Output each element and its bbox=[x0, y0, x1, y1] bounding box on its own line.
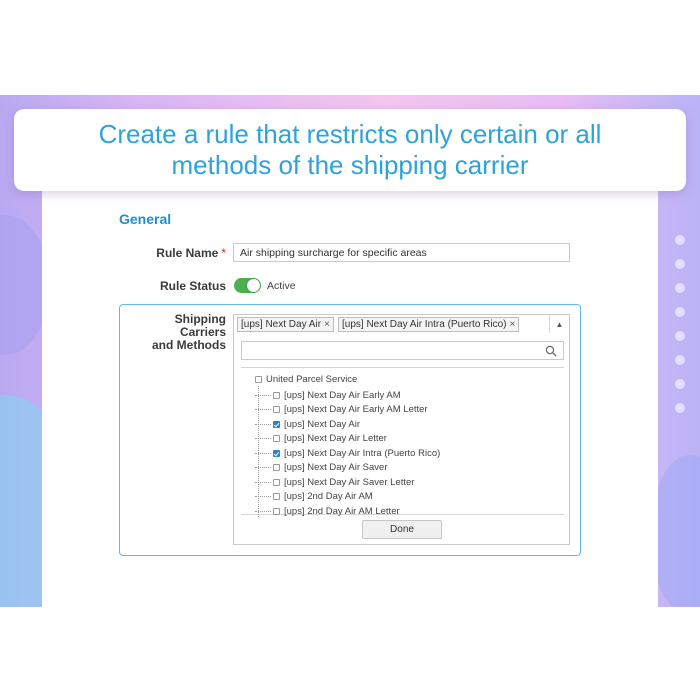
checkbox[interactable] bbox=[273, 493, 280, 500]
rule-status-label: Rule Status bbox=[159, 279, 226, 293]
rule-name-label-text: Rule Name bbox=[156, 246, 219, 260]
rule-name-label: Rule Name * bbox=[140, 246, 226, 260]
checkbox[interactable] bbox=[273, 391, 280, 399]
checkbox[interactable] bbox=[273, 507, 280, 515]
tree-item-label: [ups] Next Day Air Saver bbox=[284, 462, 388, 473]
checkbox[interactable] bbox=[255, 376, 262, 383]
carriers-label-line-1: Shipping Carriers bbox=[174, 312, 226, 339]
tree-item-label: [ups] 2nd Day Air AM bbox=[284, 491, 373, 502]
required-mark: * bbox=[221, 246, 226, 260]
carriers-label-line-2: and Methods bbox=[152, 338, 226, 352]
tree-item-label: [ups] 2nd Day Air AM Letter bbox=[284, 505, 400, 517]
checkbox-checked[interactable] bbox=[273, 420, 280, 428]
tree-item-label: [ups] Next Day Air Early AM bbox=[284, 389, 401, 401]
tree-root-label: United Parcel Service bbox=[266, 374, 358, 385]
banner-text: Create a rule that restricts only certai… bbox=[70, 119, 630, 181]
checkbox-checked[interactable] bbox=[273, 449, 280, 457]
carrier-tree: United Parcel Service [ups] Next Day Air… bbox=[241, 367, 564, 517]
carriers-dropdown: United Parcel Service [ups] Next Day Air… bbox=[233, 333, 570, 545]
tree-item-label: [ups] Next Day Air Early AM Letter bbox=[284, 404, 428, 415]
selected-chip: [ups] Next Day Air Intra (Puerto Rico) × bbox=[338, 317, 520, 332]
tree-item[interactable]: [ups] Next Day Air Saver bbox=[255, 462, 387, 474]
tree-item-label: [ups] Next Day Air Saver Letter bbox=[284, 476, 415, 488]
decor-dots bbox=[666, 235, 694, 427]
tree-item[interactable]: [ups] Next Day Air Early AM Letter bbox=[255, 404, 428, 416]
tree-item[interactable]: [ups] Next Day Air bbox=[255, 418, 360, 430]
tree-item[interactable]: [ups] Next Day Air Saver Letter bbox=[255, 476, 414, 488]
tree-item-label: [ups] Next Day Air Letter bbox=[284, 433, 387, 444]
tree-item[interactable]: [ups] Next Day Air Intra (Puerto Rico) bbox=[255, 447, 440, 459]
checkbox[interactable] bbox=[273, 478, 280, 486]
chip-label: [ups] Next Day Air bbox=[241, 319, 322, 330]
tree-item-label: [ups] Next Day Air bbox=[284, 418, 361, 430]
chevron-up-icon[interactable]: ▲ bbox=[549, 315, 569, 333]
banner-line-1: Create a rule that restricts only certai… bbox=[98, 119, 602, 149]
banner-line-2: methods of the shipping carrier bbox=[171, 150, 529, 180]
banner: Create a rule that restricts only certai… bbox=[14, 109, 686, 191]
rule-status-toggle[interactable] bbox=[234, 278, 261, 293]
section-title: General bbox=[119, 211, 172, 227]
tree-item[interactable]: [ups] Next Day Air Letter bbox=[255, 433, 387, 445]
checkbox[interactable] bbox=[273, 464, 280, 471]
selected-chip: [ups] Next Day Air × bbox=[237, 317, 334, 332]
tree-item[interactable]: [ups] 2nd Day Air AM Letter bbox=[255, 505, 400, 517]
tree-item[interactable]: [ups] Next Day Air Early AM bbox=[255, 389, 401, 401]
checkbox[interactable] bbox=[273, 406, 280, 413]
toggle-knob bbox=[247, 279, 260, 292]
tree-item[interactable]: [ups] 2nd Day Air AM bbox=[255, 491, 373, 503]
tree-item-label: [ups] Next Day Air Intra (Puerto Rico) bbox=[284, 447, 441, 459]
rule-name-input[interactable] bbox=[233, 243, 570, 262]
chip-remove-icon[interactable]: × bbox=[324, 319, 330, 330]
tree-root-item[interactable]: United Parcel Service bbox=[255, 374, 357, 385]
rule-status-text: Active bbox=[267, 280, 296, 292]
search-icon bbox=[545, 345, 557, 357]
checkbox[interactable] bbox=[273, 435, 280, 442]
done-button[interactable]: Done bbox=[362, 520, 442, 539]
dropdown-search-input[interactable] bbox=[241, 341, 564, 360]
carriers-label: Shipping Carriers and Methods bbox=[126, 313, 226, 352]
carriers-multiselect[interactable]: [ups] Next Day Air × [ups] Next Day Air I… bbox=[233, 314, 570, 334]
chip-remove-icon[interactable]: × bbox=[510, 319, 516, 330]
chip-label: [ups] Next Day Air Intra (Puerto Rico) bbox=[342, 319, 507, 330]
